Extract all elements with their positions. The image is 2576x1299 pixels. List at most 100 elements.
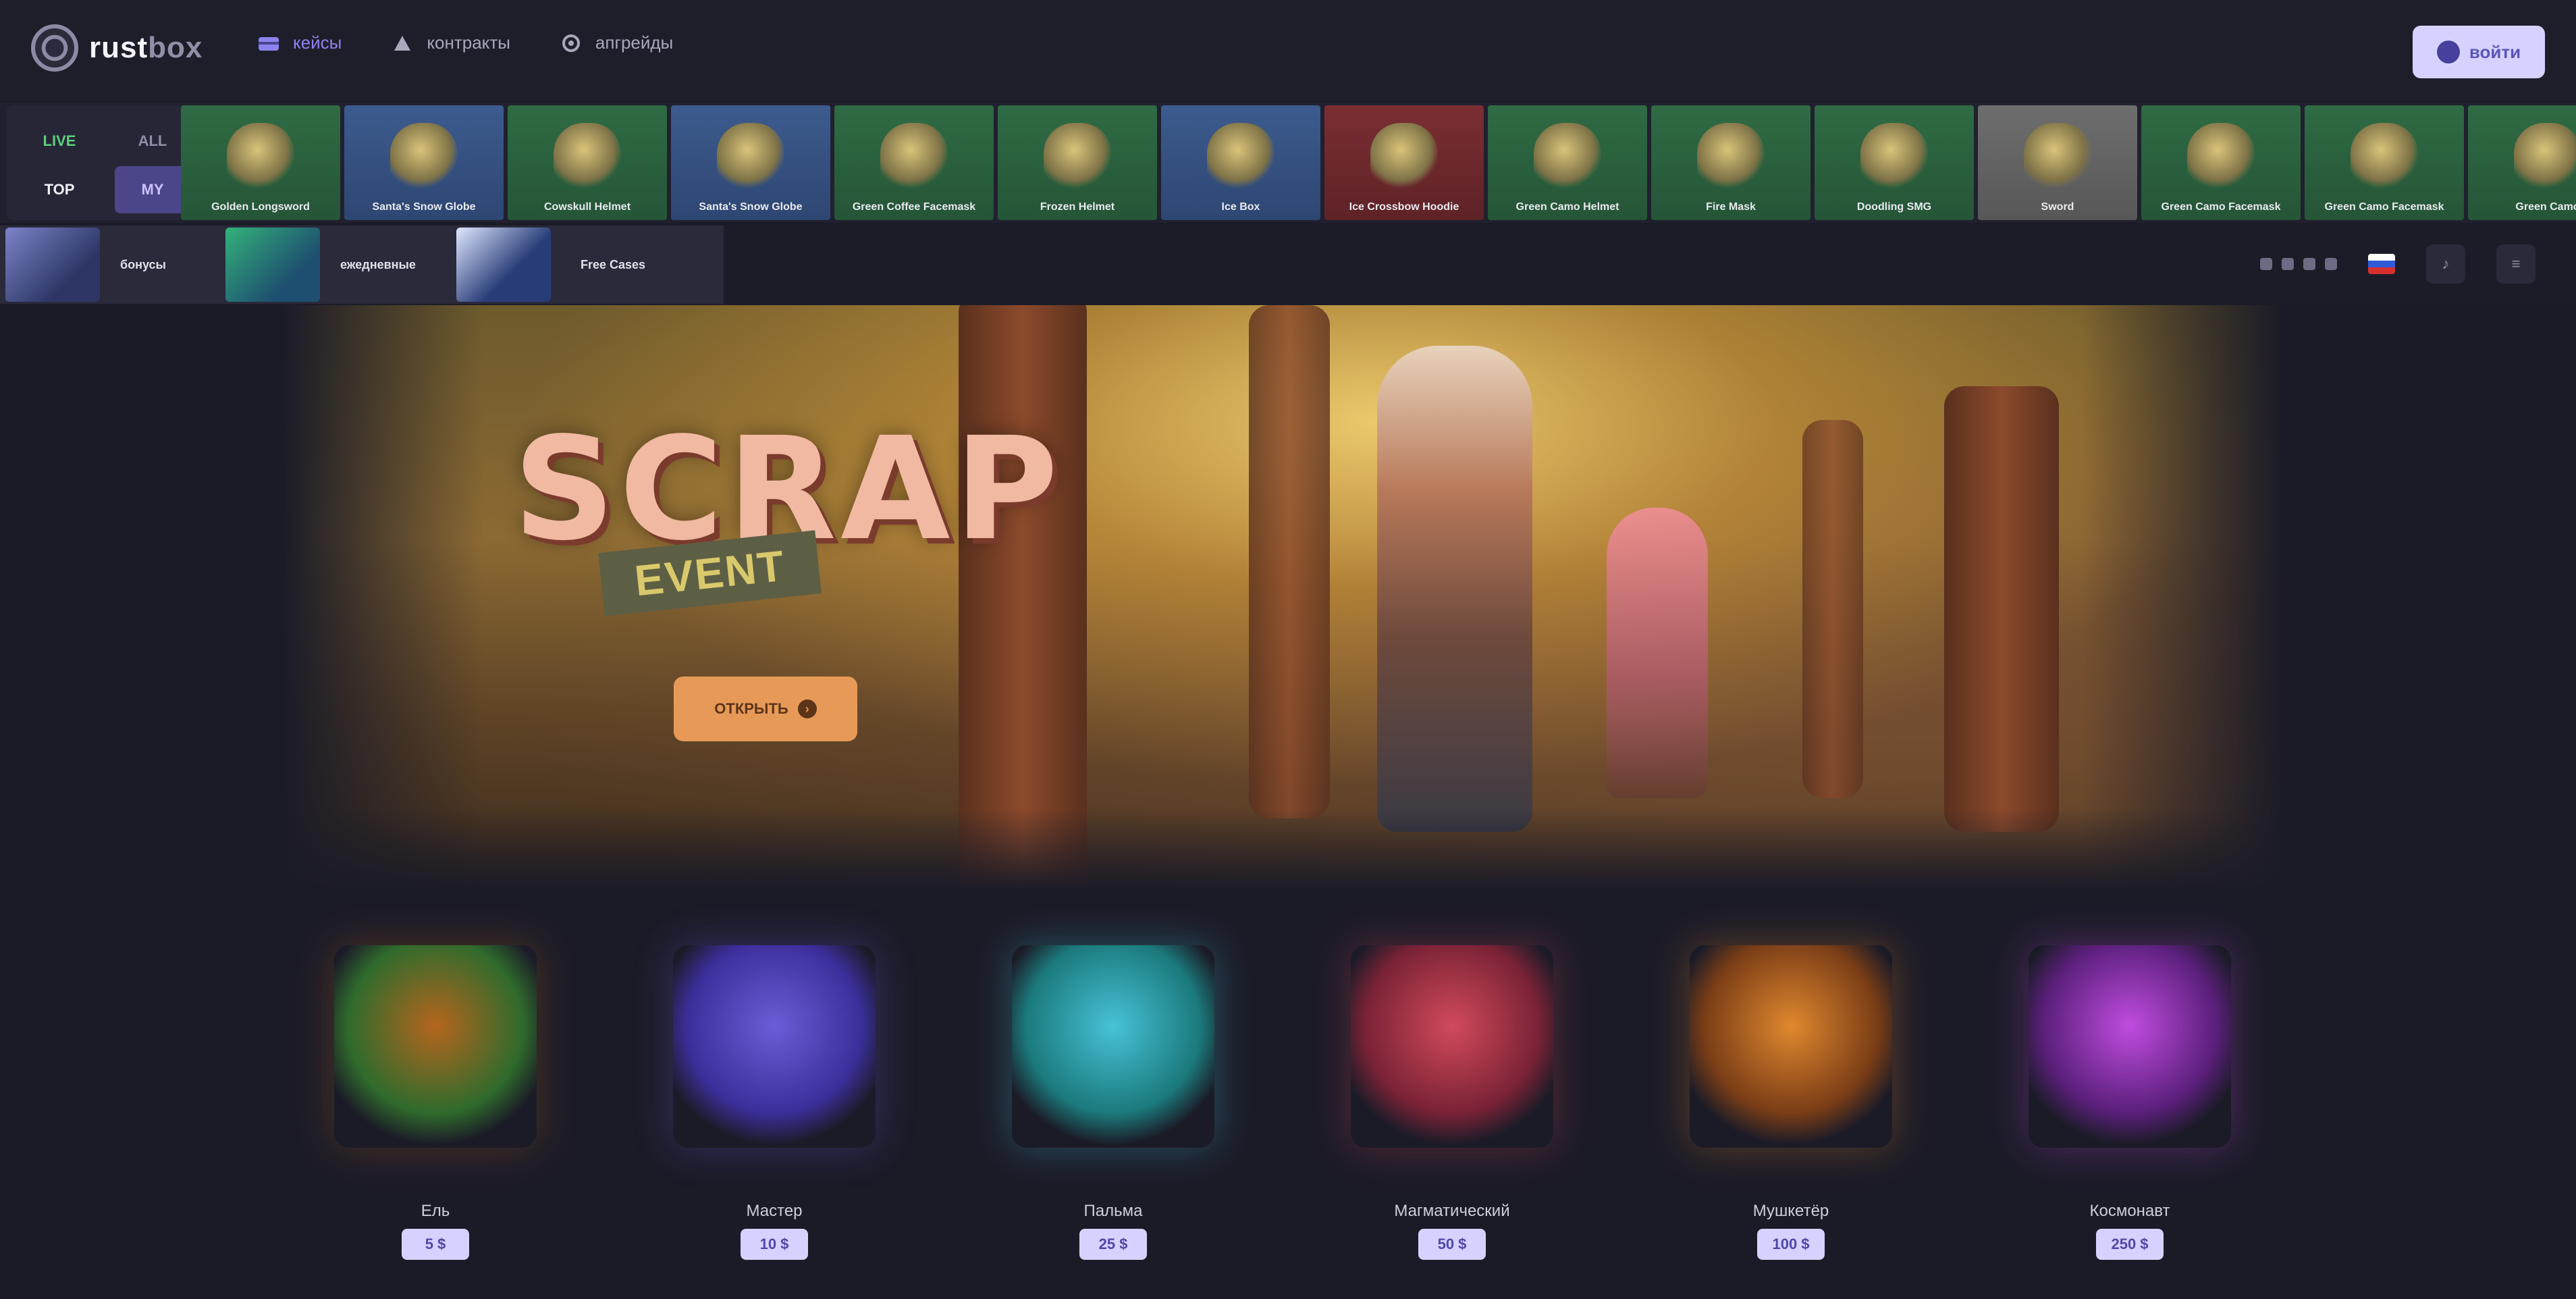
- live-drops-bar: LIVE TOP ALL MY Golden Longsword Santa's …: [0, 103, 2576, 223]
- social-icon[interactable]: [2282, 258, 2294, 270]
- drops-track: Golden Longsword Santa's Snow Globe Cowsku…: [181, 105, 2576, 220]
- drop-item[interactable]: Santa's Snow Globe: [344, 105, 504, 220]
- case-name: Космонавт: [2089, 1202, 2170, 1220]
- drop-item-name: Santa's Snow Globe: [372, 201, 476, 213]
- drop-item[interactable]: Green Camo Helmet: [1488, 105, 1647, 220]
- drop-item[interactable]: Ice Box: [1161, 105, 1320, 220]
- item-icon: [2024, 123, 2091, 190]
- case-image: [2029, 945, 2231, 1148]
- open-event-button[interactable]: ОТКРЫТЬ ›: [674, 677, 857, 741]
- filter-live[interactable]: LIVE: [22, 117, 97, 165]
- character-illustration: [1607, 508, 1708, 798]
- drop-item-name: Ice Crossbow Hoodie: [1349, 201, 1459, 213]
- nav-link-cases[interactable]: кейсы: [257, 32, 342, 53]
- button-label: ОТКРЫТЬ: [714, 700, 788, 717]
- filter-all[interactable]: ALL: [115, 117, 190, 165]
- character-illustration: [1377, 346, 1532, 832]
- drop-item-name: Cowskull Helmet: [543, 201, 631, 213]
- case-image: [1690, 945, 1892, 1148]
- tree-illustration: [959, 305, 1087, 890]
- drops-filter: LIVE TOP ALL MY: [7, 105, 190, 220]
- nav-link-upgrades[interactable]: апгрейды: [559, 32, 673, 53]
- drop-item-name: Fire Mask: [1706, 201, 1756, 213]
- drop-item-name: Golden Longsword: [211, 201, 310, 213]
- promo-label: ежедневные: [340, 257, 416, 271]
- drop-item[interactable]: Green Camo Facemask: [2305, 105, 2464, 220]
- filter-my[interactable]: MY: [115, 166, 190, 213]
- drop-item[interactable]: Santa's Snow Globe: [671, 105, 830, 220]
- drop-item[interactable]: Frozen Helmet: [998, 105, 1157, 220]
- promo-label: Free Cases: [581, 257, 646, 271]
- promo-free-cases[interactable]: Free Cases: [451, 226, 724, 304]
- contract-icon: [390, 33, 414, 53]
- item-icon: [1860, 123, 1928, 190]
- top-navigation: rustbox кейсы контракты апгрейды войти: [0, 0, 2576, 101]
- case-name: Пальма: [1083, 1202, 1143, 1220]
- cases-icon: [257, 33, 281, 53]
- settings-controls: ♪ ≡: [2260, 244, 2535, 284]
- drop-item-name: Green Coffee Facemask: [852, 201, 976, 213]
- case-name: Мастер: [746, 1202, 803, 1220]
- case-card[interactable]: Магматический 50 $: [1314, 932, 1590, 1283]
- case-card[interactable]: Ель 5 $: [297, 932, 574, 1283]
- drop-item[interactable]: Fire Mask: [1651, 105, 1810, 220]
- item-icon: [2351, 123, 2418, 190]
- case-image: [1351, 945, 1553, 1148]
- language-flag-icon[interactable]: [2368, 254, 2395, 274]
- item-icon: [1044, 123, 1111, 190]
- item-icon: [1534, 123, 1601, 190]
- tree-illustration: [1944, 386, 2059, 832]
- filter-top[interactable]: TOP: [22, 166, 97, 213]
- case-image: [334, 945, 537, 1148]
- case-price-button[interactable]: 250 $: [2096, 1229, 2164, 1260]
- drop-item[interactable]: Green Camo: [2468, 105, 2576, 220]
- logo-icon: [31, 24, 78, 72]
- cases-grid: Ель 5 $ Мастер 10 $ Пальма 25 $ Магматический 5…: [297, 932, 2268, 1283]
- item-icon: [2514, 123, 2576, 190]
- social-icon[interactable]: [2303, 258, 2315, 270]
- item-icon: [1207, 123, 1274, 190]
- drop-item[interactable]: Green Camo Facemask: [2141, 105, 2301, 220]
- social-icon[interactable]: [2260, 258, 2272, 270]
- drop-item-name: Frozen Helmet: [1040, 201, 1115, 213]
- case-card[interactable]: Пальма 25 $: [975, 932, 1252, 1283]
- drop-item-name: Green Camo Facemask: [2324, 201, 2444, 213]
- arrow-right-icon: ›: [797, 699, 817, 718]
- drop-item-name: Ice Box: [1221, 201, 1260, 213]
- login-button[interactable]: войти: [2413, 26, 2545, 78]
- drop-item[interactable]: Sword: [1978, 105, 2137, 220]
- case-price-button[interactable]: 5 $: [402, 1229, 469, 1260]
- item-icon: [227, 123, 294, 190]
- case-card[interactable]: Космонавт 250 $: [1991, 932, 2268, 1283]
- drop-item[interactable]: Ice Crossbow Hoodie: [1324, 105, 1484, 220]
- site-logo[interactable]: rustbox: [31, 24, 203, 72]
- nav-link-label: контракты: [427, 32, 510, 53]
- case-price-button[interactable]: 10 $: [741, 1229, 808, 1260]
- drop-item[interactable]: Doodling SMG: [1815, 105, 1974, 220]
- nav-link-contracts[interactable]: контракты: [390, 32, 510, 53]
- item-icon: [554, 123, 621, 190]
- case-price-button[interactable]: 25 $: [1079, 1229, 1147, 1260]
- promo-bonuses[interactable]: бонусы: [0, 226, 231, 304]
- item-icon: [880, 123, 948, 190]
- item-icon: [1697, 123, 1765, 190]
- nav-link-label: кейсы: [293, 32, 342, 53]
- drop-item-name: Green Camo Facemask: [2161, 201, 2281, 213]
- sound-toggle-button[interactable]: ♪: [2426, 244, 2465, 284]
- case-price-button[interactable]: 50 $: [1418, 1229, 1486, 1260]
- case-card[interactable]: Мушкетёр 100 $: [1653, 932, 1929, 1283]
- promo-daily[interactable]: ежедневные: [220, 226, 451, 304]
- case-card[interactable]: Мастер 10 $: [636, 932, 913, 1283]
- drop-item[interactable]: Golden Longsword: [181, 105, 340, 220]
- drop-item-name: Doodling SMG: [1856, 201, 1932, 213]
- drop-item-name: Green Camo: [2515, 201, 2576, 213]
- menu-button[interactable]: ≡: [2496, 244, 2535, 284]
- case-name: Ель: [421, 1202, 450, 1220]
- drop-item-name: Sword: [2041, 201, 2074, 213]
- drop-item[interactable]: Green Coffee Facemask: [834, 105, 994, 220]
- daily-case-icon: [225, 228, 320, 302]
- case-price-button[interactable]: 100 $: [1757, 1229, 1825, 1260]
- social-icon[interactable]: [2325, 258, 2337, 270]
- drop-item-name: Green Camo Helmet: [1515, 201, 1619, 213]
- drop-item[interactable]: Cowskull Helmet: [508, 105, 667, 220]
